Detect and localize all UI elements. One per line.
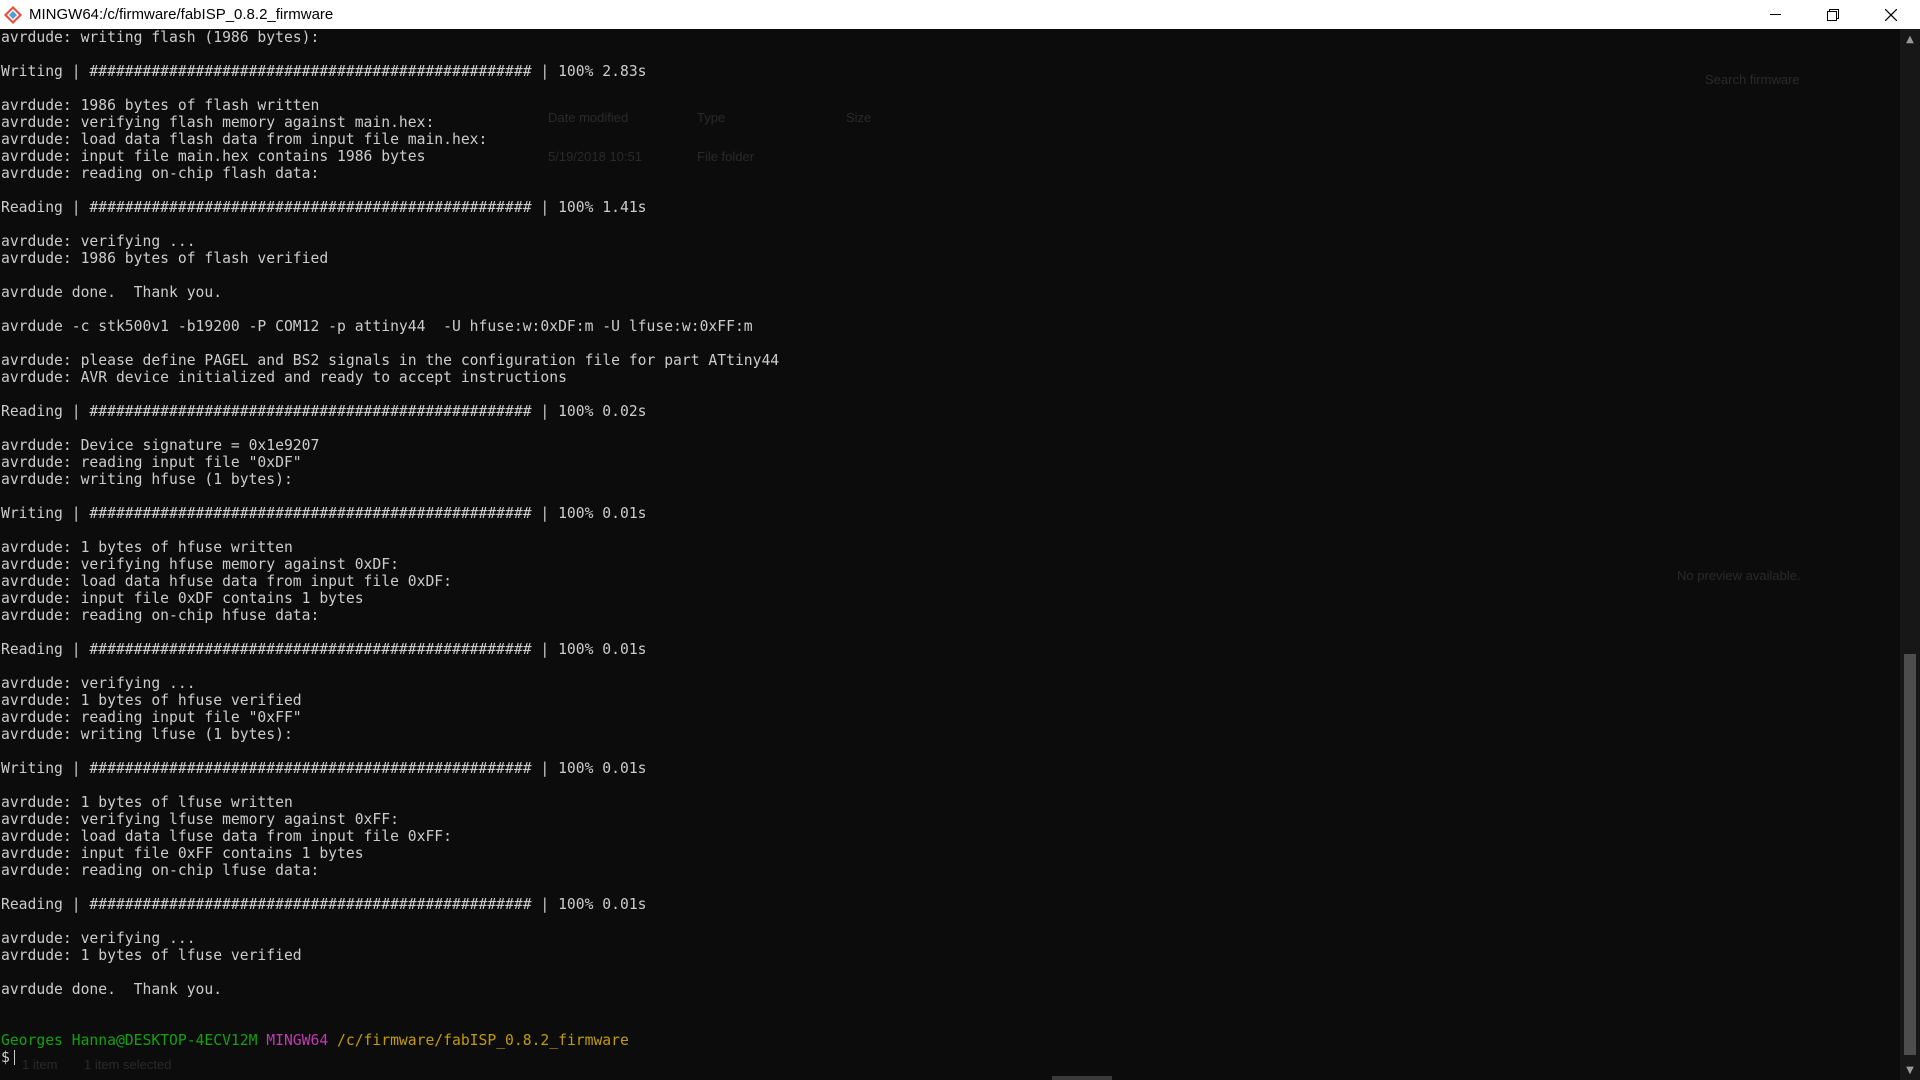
- terminal-line: avrdude: 1 bytes of hfuse written: [1, 539, 293, 556]
- terminal-line: avrdude: verifying flash memory against …: [1, 114, 435, 131]
- terminal-line: avrdude: reading input file "0xFF": [1, 709, 302, 726]
- terminal-line: avrdude -c stk500v1 -b19200 -P COM12 -p …: [1, 318, 753, 335]
- terminal-output[interactable]: avrdude: writing flash (1986 bytes): Writ…: [0, 29, 1900, 1080]
- terminal-line: Writing | ##############################…: [1, 760, 647, 777]
- terminal-line: avrdude done. Thank you.: [1, 981, 223, 998]
- text-cursor: [13, 1050, 15, 1065]
- mingw-diamond-icon[interactable]: [3, 5, 23, 25]
- terminal-line: avrdude: reading on-chip flash data:: [1, 165, 320, 182]
- terminal-line: avrdude: verifying ...: [1, 930, 196, 947]
- terminal-line: Reading | ##############################…: [1, 641, 647, 658]
- restore-icon: [1827, 8, 1839, 21]
- terminal-line: avrdude: input file 0xDF contains 1 byte…: [1, 590, 364, 607]
- prompt-line: Georges Hanna@DESKTOP-4ECV12M MINGW64 /c…: [1, 1032, 1900, 1049]
- terminal-line: avrdude: verifying lfuse memory against …: [1, 811, 399, 828]
- horizontal-scroll-indicator: [1052, 1076, 1112, 1080]
- terminal-line: avrdude: AVR device initialized and read…: [1, 369, 567, 386]
- terminal-line: avrdude: verifying ...: [1, 675, 196, 692]
- terminal-line: avrdude: input file 0xFF contains 1 byte…: [1, 845, 364, 862]
- prompt-system: MINGW64: [266, 1032, 329, 1049]
- prompt-user-host: Georges Hanna@DESKTOP-4ECV12M: [1, 1032, 258, 1049]
- terminal-line: Writing | ##############################…: [1, 505, 647, 522]
- terminal-line: avrdude: please define PAGEL and BS2 sig…: [1, 352, 780, 369]
- vertical-scrollbar[interactable]: ▲ ▼: [1900, 29, 1920, 1080]
- command-input-line[interactable]: $: [1, 1049, 1900, 1066]
- terminal-line: avrdude: reading input file "0xDF": [1, 454, 302, 471]
- window-title: MINGW64:/c/firmware/fabISP_0.8.2_firmwar…: [29, 6, 334, 23]
- terminal-line: avrdude: load data flash data from input…: [1, 131, 488, 148]
- terminal-line: Writing | ##############################…: [1, 63, 647, 80]
- close-button[interactable]: [1862, 0, 1920, 29]
- terminal-line: avrdude: verifying hfuse memory against …: [1, 556, 399, 573]
- terminal-line: avrdude: writing hfuse (1 bytes):: [1, 471, 293, 488]
- terminal-line: Reading | ##############################…: [1, 403, 647, 420]
- terminal-line: avrdude: reading on-chip hfuse data:: [1, 607, 320, 624]
- prompt-symbol: $: [1, 1049, 10, 1066]
- terminal-line: avrdude: load data lfuse data from input…: [1, 828, 452, 845]
- minimize-button[interactable]: [1746, 0, 1804, 29]
- git-bash-window: MINGW64:/c/firmware/fabISP_0.8.2_firmwar…: [0, 0, 1920, 1080]
- window-controls: [1746, 0, 1920, 29]
- minimize-icon: [1769, 14, 1781, 15]
- terminal-line: avrdude done. Thank you.: [1, 284, 223, 301]
- terminal-line: Reading | ##############################…: [1, 896, 647, 913]
- terminal-line: avrdude: 1986 bytes of flash written: [1, 97, 320, 114]
- terminal-line: avrdude: load data hfuse data from input…: [1, 573, 452, 590]
- terminal-line: avrdude: reading on-chip lfuse data:: [1, 862, 320, 879]
- terminal-line: avrdude: input file main.hex contains 19…: [1, 148, 426, 165]
- prompt-path: /c/firmware/fabISP_0.8.2_firmware: [337, 1032, 629, 1049]
- title-bar[interactable]: MINGW64:/c/firmware/fabISP_0.8.2_firmwar…: [0, 0, 1920, 29]
- terminal-line: Reading | ##############################…: [1, 199, 647, 216]
- terminal-line: avrdude: writing lfuse (1 bytes):: [1, 726, 293, 743]
- terminal-line: avrdude: Device signature = 0x1e9207: [1, 437, 320, 454]
- restore-button[interactable]: [1804, 0, 1862, 29]
- terminal-line: avrdude: 1986 bytes of flash verified: [1, 250, 329, 267]
- scroll-up-arrow-icon[interactable]: ▲: [1900, 29, 1920, 49]
- scroll-down-arrow-icon[interactable]: ▼: [1900, 1060, 1920, 1080]
- close-icon: [1885, 8, 1897, 21]
- scrollbar-thumb[interactable]: [1904, 654, 1916, 1055]
- terminal-line: avrdude: 1 bytes of hfuse verified: [1, 692, 302, 709]
- terminal-line: avrdude: writing flash (1986 bytes):: [1, 29, 320, 46]
- terminal-line: avrdude: 1 bytes of lfuse verified: [1, 947, 302, 964]
- terminal-line: avrdude: 1 bytes of lfuse written: [1, 794, 293, 811]
- terminal-line: avrdude: verifying ...: [1, 233, 196, 250]
